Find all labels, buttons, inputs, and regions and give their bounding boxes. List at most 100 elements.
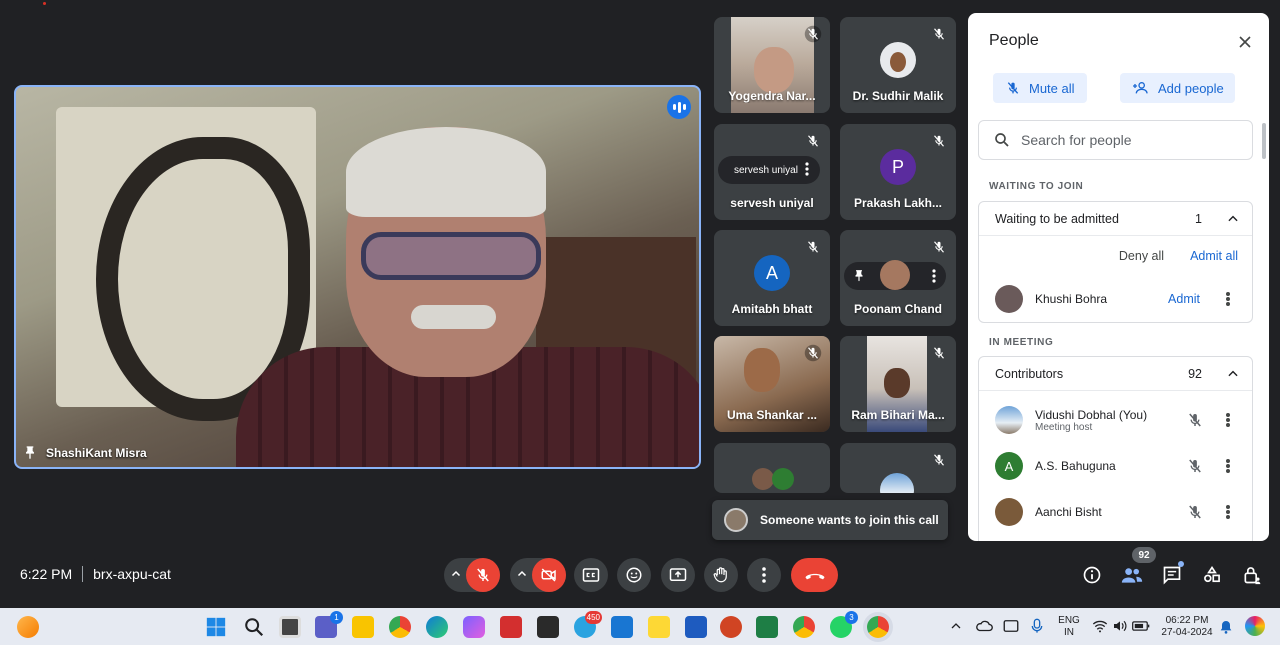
tile-name: servesh uniyal	[730, 196, 814, 210]
notifications-bell-icon[interactable]	[1219, 619, 1233, 635]
chevron-up-icon[interactable]	[950, 621, 962, 631]
participant-face	[884, 368, 910, 398]
sync-icon[interactable]	[1002, 618, 1020, 634]
waiting-section-label: WAITING TO JOIN	[989, 181, 1084, 192]
admit-button[interactable]: Admit	[1168, 292, 1200, 306]
mic-off-icon[interactable]	[1186, 411, 1204, 429]
meeting-time: 6:22 PM	[20, 566, 73, 582]
close-icon[interactable]	[1235, 32, 1255, 52]
participant-tile-uma[interactable]: Uma Shankar ...	[714, 336, 830, 432]
participant-tile-poonam[interactable]: Poonam Chand	[840, 230, 956, 326]
leave-call-button[interactable]	[791, 558, 838, 592]
telegram-icon[interactable]: 450	[574, 611, 602, 638]
excel-icon[interactable]	[756, 616, 778, 638]
tile-name: Prakash Lakh...	[853, 196, 943, 210]
chevron-up-icon[interactable]	[450, 568, 462, 580]
more-options-icon[interactable]	[1226, 292, 1230, 306]
people-icon	[1121, 568, 1143, 583]
waiting-group-title: Waiting to be admitted	[995, 211, 1119, 226]
mic-off-icon[interactable]	[1186, 503, 1204, 521]
deny-all-button[interactable]: Deny all	[1119, 249, 1164, 263]
chrome-icon[interactable]	[389, 616, 411, 638]
inkscape-icon[interactable]	[537, 616, 559, 638]
mail-icon[interactable]	[611, 616, 633, 638]
volume-icon[interactable]	[1112, 619, 1128, 633]
word-icon[interactable]	[685, 616, 707, 638]
participant-tile-prakash[interactable]: P Prakash Lakh...	[840, 124, 956, 220]
participant-tile-servesh[interactable]: servesh uniyal servesh uniyal	[714, 124, 830, 220]
participant-tile-unknown[interactable]	[840, 443, 956, 493]
more-options-icon[interactable]	[1226, 505, 1230, 519]
mic-off-icon[interactable]	[1186, 457, 1204, 475]
wifi-icon[interactable]	[1092, 619, 1108, 633]
present-screen-button[interactable]	[661, 558, 695, 592]
captions-button[interactable]	[574, 558, 608, 592]
microphone-icon[interactable]	[1030, 618, 1044, 634]
meeting-code: brx-axpu-cat	[93, 566, 171, 582]
join-request-toast[interactable]: Someone wants to join this call	[712, 500, 948, 540]
member-name: A.S. Bahuguna	[1035, 459, 1116, 473]
teams-icon[interactable]: 1	[315, 611, 343, 638]
hang-up-icon	[804, 573, 825, 580]
admit-all-button[interactable]: Admit all	[1190, 249, 1238, 263]
meeting-details-button[interactable]	[1080, 563, 1104, 587]
more-options-icon[interactable]	[932, 269, 936, 283]
acrobat-icon[interactable]	[500, 616, 522, 638]
lock-person-icon	[1244, 567, 1261, 585]
widgets-icon[interactable]	[17, 616, 39, 638]
search-icon[interactable]	[243, 616, 265, 638]
add-people-button[interactable]: Add people	[1120, 73, 1235, 103]
system-clock[interactable]: 06:22 PM 27-04-2024	[1158, 615, 1216, 639]
waiting-person-row: Khushi Bohra Admit	[979, 276, 1252, 322]
sticky-notes-icon[interactable]	[648, 616, 670, 638]
main-speaker-video[interactable]: ShashiKant Misra	[14, 85, 701, 469]
battery-icon[interactable]	[1132, 619, 1150, 633]
main-speaker-name-tag: ShashiKant Misra	[22, 445, 147, 461]
more-options-button[interactable]	[747, 558, 781, 592]
raise-hand-button[interactable]	[704, 558, 738, 592]
chrome-active-icon[interactable]	[867, 616, 889, 638]
mic-off-icon	[934, 347, 944, 359]
people-button[interactable]	[1120, 563, 1144, 587]
copilot-tray-icon[interactable]	[1245, 616, 1265, 636]
mic-toggle-button[interactable]	[466, 558, 500, 592]
host-controls-button[interactable]	[1240, 563, 1264, 587]
waiting-group-header[interactable]: Waiting to be admitted 1	[979, 202, 1252, 236]
contributors-count: 92	[1188, 366, 1202, 381]
mic-off-icon	[808, 135, 818, 147]
pin-icon[interactable]	[22, 445, 38, 461]
participant-tile-sudhir[interactable]: Dr. Sudhir Malik	[840, 17, 956, 113]
add-people-label: Add people	[1158, 80, 1224, 96]
camera-toggle-button[interactable]	[532, 558, 566, 592]
file-explorer-icon[interactable]	[352, 616, 374, 638]
powerpoint-icon[interactable]	[720, 616, 742, 638]
task-view-icon[interactable]	[279, 616, 301, 638]
requester-avatar	[724, 508, 748, 532]
panel-scrollbar[interactable]	[1262, 123, 1266, 159]
emoji-reactions-button[interactable]	[617, 558, 651, 592]
participant-tile-yogendra[interactable]: Yogendra Nar...	[714, 17, 830, 113]
chevron-up-icon[interactable]	[1226, 367, 1240, 381]
language-indicator[interactable]: ENG IN	[1058, 615, 1080, 639]
edge-icon[interactable]	[426, 616, 448, 638]
more-options-icon[interactable]	[1226, 459, 1230, 473]
pin-icon[interactable]	[852, 269, 866, 283]
participant-tile-amitabh[interactable]: A Amitabh bhatt	[714, 230, 830, 326]
mute-all-button[interactable]: Mute all	[993, 73, 1087, 103]
contributors-header[interactable]: Contributors 92	[979, 357, 1252, 391]
activities-button[interactable]	[1200, 563, 1224, 587]
chrome-profile-icon[interactable]	[793, 616, 815, 638]
participant-tile-ram-bihari[interactable]: Ram Bihari Ma...	[840, 336, 956, 432]
more-options-icon[interactable]	[1226, 413, 1230, 427]
whatsapp-icon[interactable]: 3	[830, 611, 858, 638]
participant-tile-group[interactable]	[714, 443, 830, 493]
windows-start-icon[interactable]	[205, 616, 227, 638]
more-options-icon[interactable]	[805, 162, 809, 176]
copilot-icon[interactable]	[463, 616, 485, 638]
onedrive-icon[interactable]	[975, 618, 993, 634]
chevron-up-icon[interactable]	[1226, 212, 1240, 226]
teams-badge: 1	[330, 611, 343, 624]
chevron-up-icon[interactable]	[516, 568, 528, 580]
search-people-input[interactable]: Search for people	[978, 120, 1253, 160]
chat-button[interactable]	[1160, 561, 1184, 587]
